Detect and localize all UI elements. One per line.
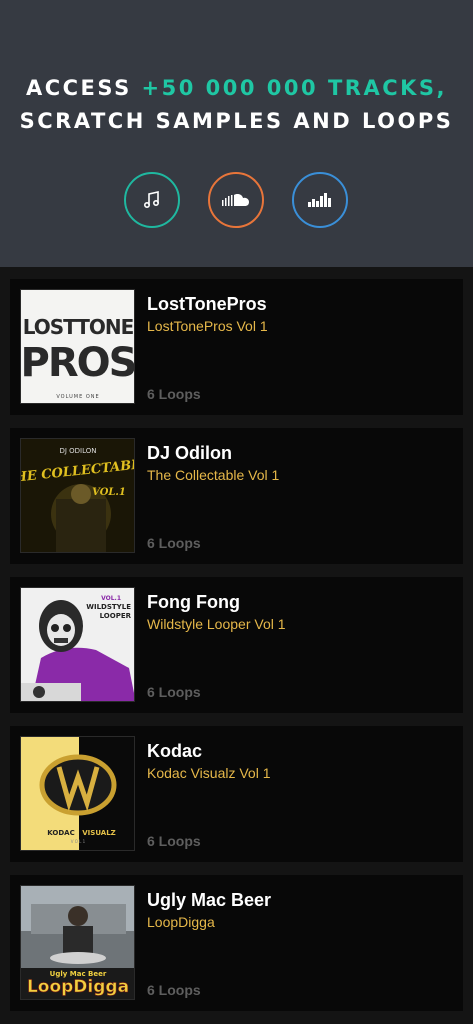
- deezer-source-button[interactable]: [292, 172, 348, 228]
- artist-name: Kodac: [147, 741, 203, 761]
- cover-text: V O L 1: [71, 839, 86, 844]
- cover-text: WILDSTYLE: [86, 603, 131, 611]
- loop-pack-card[interactable]: LOSTTONE PROS VOLUME ONE LostTonePros Lo…: [10, 279, 463, 415]
- loop-pack-card[interactable]: KODAC VISUALZ V O L 1 Kodac Kodac Visual…: [10, 726, 463, 862]
- album-cover: VOL.1 WILDSTYLE LOOPER: [20, 587, 135, 702]
- pack-title: LoopDigga: [147, 914, 215, 930]
- pack-title: The Collectable Vol 1: [147, 467, 280, 483]
- loop-count: 6 Loops: [147, 535, 201, 551]
- deezer-bars-icon: [308, 193, 331, 207]
- cover-text: LOOPER: [100, 612, 132, 620]
- headline: ACCESS +50 000 000 TRACKS, SCRATCH SAMPL…: [0, 72, 473, 138]
- album-cover: KODAC VISUALZ V O L 1: [20, 736, 135, 851]
- loop-pack-list: LOSTTONE PROS VOLUME ONE LostTonePros Lo…: [0, 267, 473, 1024]
- artist-name: Fong Fong: [147, 592, 240, 612]
- pack-title: Wildstyle Looper Vol 1: [147, 616, 286, 632]
- headline-prefix: ACCESS: [25, 76, 142, 100]
- loop-count: 6 Loops: [147, 833, 201, 849]
- music-source-button[interactable]: [124, 172, 180, 228]
- music-note-icon: [143, 191, 160, 209]
- cover-text: VOLUME ONE: [56, 394, 99, 400]
- album-cover: DJ ODILON THE COLLECTABLE VOL.1: [20, 438, 135, 553]
- album-cover: LOSTTONE PROS VOLUME ONE: [20, 289, 135, 404]
- cover-text: LoopDigga: [27, 977, 129, 997]
- loop-pack-card[interactable]: DJ ODILON THE COLLECTABLE VOL.1 DJ Odilo…: [10, 428, 463, 564]
- album-cover: Ugly Mac Beer LoopDigga: [20, 885, 135, 1000]
- soundcloud-icon: [222, 194, 249, 206]
- cover-text: LOSTTONE: [23, 315, 134, 339]
- artist-name: DJ Odilon: [147, 443, 232, 463]
- source-icons: [0, 172, 473, 228]
- loop-pack-card[interactable]: VOL.1 WILDSTYLE LOOPER Fong Fong Wildsty…: [10, 577, 463, 713]
- pack-title: LostTonePros Vol 1: [147, 318, 268, 334]
- cover-text: VOL.1: [101, 595, 121, 602]
- headline-accent: +50 000 000 TRACKS,: [141, 76, 447, 100]
- soundcloud-source-button[interactable]: [208, 172, 264, 228]
- header-banner: ACCESS +50 000 000 TRACKS, SCRATCH SAMPL…: [0, 0, 473, 267]
- cover-text: PROS: [21, 340, 135, 386]
- cover-text: VOL.1: [92, 487, 126, 498]
- cover-text: DJ ODILON: [59, 447, 96, 455]
- headline-line2: SCRATCH SAMPLES AND LOOPS: [19, 109, 454, 133]
- artist-name: Ugly Mac Beer: [147, 890, 272, 910]
- pack-title: Kodac Visualz Vol 1: [147, 765, 271, 781]
- loop-count: 6 Loops: [147, 684, 201, 700]
- cover-text: KODAC: [47, 829, 74, 837]
- loop-pack-card[interactable]: Ugly Mac Beer LoopDigga Ugly Mac Beer Lo…: [10, 875, 463, 1011]
- cover-text: VISUALZ: [82, 829, 116, 837]
- artist-name: LostTonePros: [147, 294, 267, 314]
- loop-count: 6 Loops: [147, 386, 201, 402]
- loop-count: 6 Loops: [147, 982, 201, 998]
